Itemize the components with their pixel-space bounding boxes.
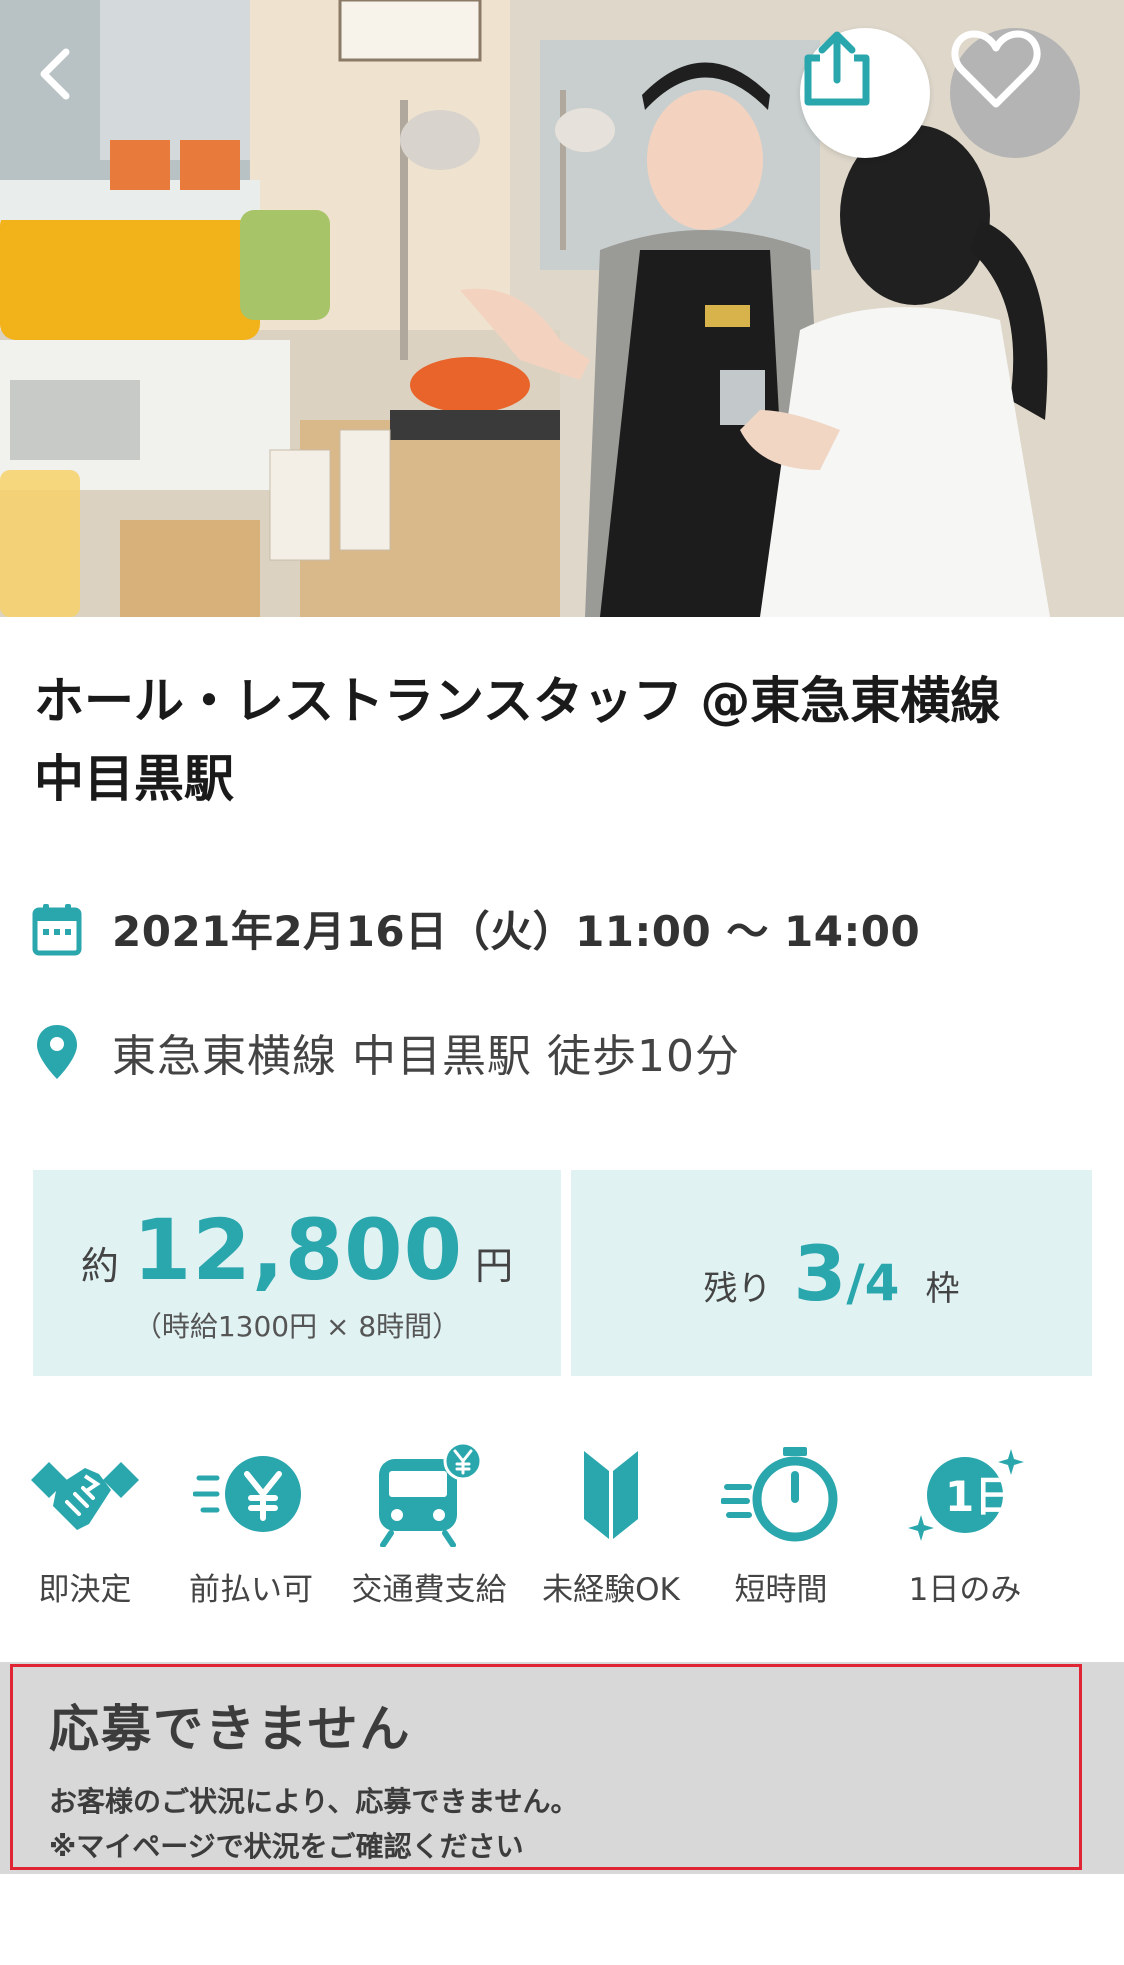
train-yen-icon <box>364 1440 494 1550</box>
feature-label: 前払い可 <box>189 1572 313 1608</box>
share-button[interactable] <box>800 28 930 158</box>
notice-line1: お客様のご状況により、応募できません。 <box>49 1785 579 1818</box>
wage-line: 約 12,800 円 <box>81 1201 513 1299</box>
feature-item: 1日 1日のみ <box>900 1440 1030 1609</box>
wage-unit: 円 <box>475 1244 514 1288</box>
feature-label: 短時間 <box>734 1572 828 1608</box>
share-icon <box>804 31 870 106</box>
feature-label: 即決定 <box>38 1572 132 1608</box>
job-title-line2: 中目黒駅 <box>34 750 234 808</box>
job-date: 2021年2月16日（火）11:00 〜 14:00 <box>112 907 921 956</box>
hero-image <box>0 0 1124 617</box>
notice-body: お客様のご状況により、応募できません。 ※マイページで状況をご確認ください <box>49 1779 578 1869</box>
job-title-line1: ホール・レストランスタッフ @東急東横線 <box>34 672 1001 730</box>
feature-item: 短時間 <box>716 1440 846 1609</box>
one-day-icon: 1日 <box>900 1440 1030 1550</box>
notice-title: 応募できません <box>49 1700 412 1758</box>
slot-label: 残り <box>703 1268 772 1309</box>
feature-label: 未経験OK <box>542 1572 680 1608</box>
feature-item: 即決定 <box>20 1440 150 1609</box>
slot-remaining: 3 <box>793 1228 847 1318</box>
feature-item: 前払い可 <box>186 1440 316 1609</box>
chevron-left-icon <box>40 48 70 100</box>
wage-detail: （時給1300円 × 8時間） <box>133 1310 461 1343</box>
stopwatch-icon <box>716 1440 846 1550</box>
map-pin-icon <box>30 1022 84 1082</box>
feature-item: 未経験OK <box>536 1440 686 1609</box>
feature-label: 1日のみ <box>908 1572 1022 1608</box>
slot-line: 残り 3 /4 枠 <box>704 1229 960 1318</box>
date-row: 2021年2月16日（火）11:00 〜 14:00 <box>30 898 920 959</box>
slot-total: /4 <box>846 1253 900 1312</box>
location-row: 東急東横線 中目黒駅 徒歩10分 <box>30 1020 740 1084</box>
one-day-badge-text: 1日 <box>945 1472 1016 1521</box>
feature-item: 交通費支給 <box>344 1440 514 1609</box>
back-button[interactable] <box>36 48 96 118</box>
yen-coin-icon <box>186 1440 316 1550</box>
feature-label: 交通費支給 <box>351 1572 507 1608</box>
job-title: ホール・レストランスタッフ @東急東横線 中目黒駅 <box>34 662 1094 818</box>
notice-line2: ※マイページで状況をご確認ください <box>49 1830 524 1863</box>
handshake-icon <box>20 1440 150 1550</box>
wage-box: 約 12,800 円 （時給1300円 × 8時間） <box>33 1170 561 1376</box>
heart-icon <box>951 30 1041 108</box>
beginner-mark-icon <box>546 1440 676 1550</box>
favorite-button[interactable] <box>950 28 1080 158</box>
wage-amount: 12,800 <box>132 1201 464 1299</box>
calendar-icon <box>30 899 84 959</box>
cannot-apply-notice: 応募できません お客様のご状況により、応募できません。 ※マイページで状況をご確… <box>10 1664 1082 1870</box>
slot-unit: 枠 <box>925 1268 960 1309</box>
wage-prefix: 約 <box>80 1244 119 1288</box>
job-location: 東急東横線 中目黒駅 徒歩10分 <box>112 1031 740 1082</box>
feature-list: 即決定 前払い可 交通費支給 未経験OK 短時間 1日 1日のみ <box>0 1440 1124 1620</box>
slots-box: 残り 3 /4 枠 <box>571 1170 1092 1376</box>
